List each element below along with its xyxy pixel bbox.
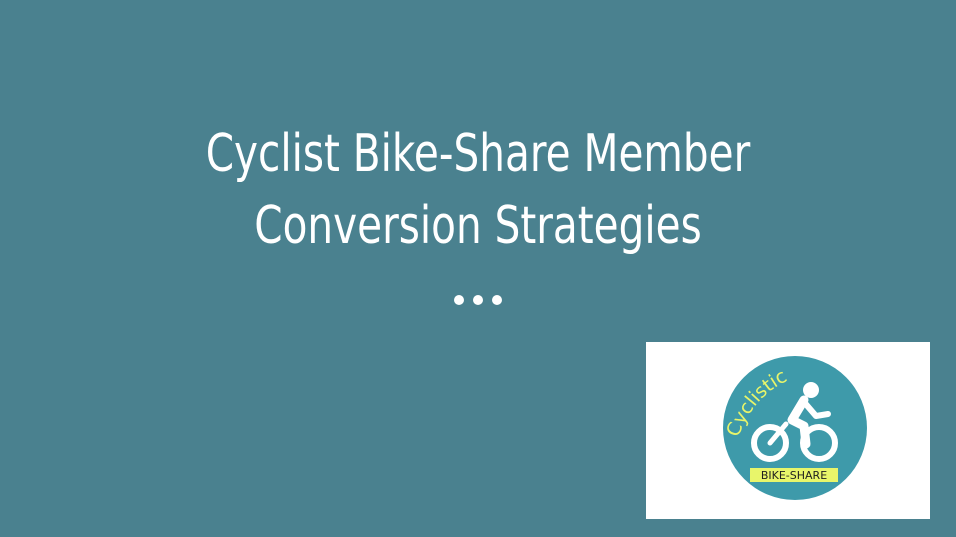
cyclistic-logo: Cyclistic BIKE-SHARE (722, 356, 867, 500)
title-line-2: Conversion Strategies (254, 196, 702, 256)
dot (492, 295, 502, 305)
title-line-1: Cyclist Bike-Share Member (205, 124, 751, 184)
dot (454, 295, 464, 305)
dot (473, 295, 483, 305)
logo-subtitle: BIKE-SHARE (761, 469, 827, 482)
slide-title: Cyclist Bike-Share Member Conversion Str… (105, 118, 851, 262)
slide: Cyclist Bike-Share Member Conversion Str… (0, 0, 956, 537)
ellipsis-dots (0, 286, 956, 314)
logo-card: Cyclistic BIKE-SHARE (646, 342, 930, 519)
